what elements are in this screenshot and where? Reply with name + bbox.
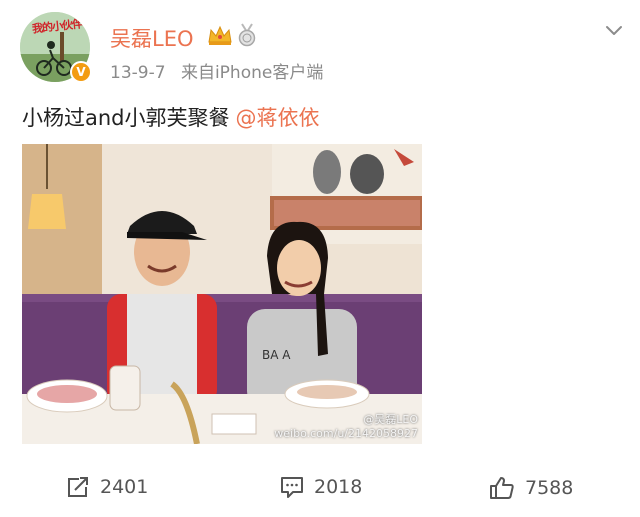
like-button[interactable]: 7588 — [489, 476, 573, 500]
repost-icon — [68, 477, 88, 497]
action-bar: 2401 2018 7588 — [0, 470, 640, 510]
post-photo[interactable]: BA A @吴磊LEO weibo.com/u/2142058927 — [22, 144, 422, 444]
comment-button[interactable]: 2018 — [280, 476, 362, 498]
watermark-url: weibo.com/u/2142058927 — [274, 427, 418, 440]
comment-count: 2018 — [314, 476, 363, 498]
post-source: 来自iPhone客户端 — [180, 63, 324, 83]
verified-v-icon: V — [70, 61, 92, 83]
chevron-down-icon[interactable] — [602, 20, 626, 40]
like-icon — [490, 477, 514, 499]
comment-icon — [281, 477, 303, 498]
post-text: 小杨过and小郭芙聚餐 @蒋依依 — [22, 102, 320, 132]
crown-icon — [208, 25, 232, 45]
repost-count: 2401 — [100, 476, 149, 498]
post-time[interactable]: 13-9-7 — [110, 63, 166, 83]
photo-scene: BA A — [22, 144, 422, 444]
image-watermark: @吴磊LEO weibo.com/u/2142058927 — [274, 411, 418, 440]
repost-button[interactable]: 2401 — [66, 476, 148, 498]
watermark-id: @吴磊LEO — [363, 413, 418, 426]
mention-link[interactable]: @蒋依依 — [236, 106, 320, 130]
medal-icon — [238, 23, 256, 47]
like-count: 7588 — [525, 477, 574, 499]
post-body: 小杨过and小郭芙聚餐 — [22, 106, 230, 130]
svg-text:BA A: BA A — [262, 348, 291, 362]
author-name[interactable]: 吴磊LEO — [110, 23, 194, 53]
post-meta: 13-9-7 来自iPhone客户端 — [110, 58, 323, 83]
